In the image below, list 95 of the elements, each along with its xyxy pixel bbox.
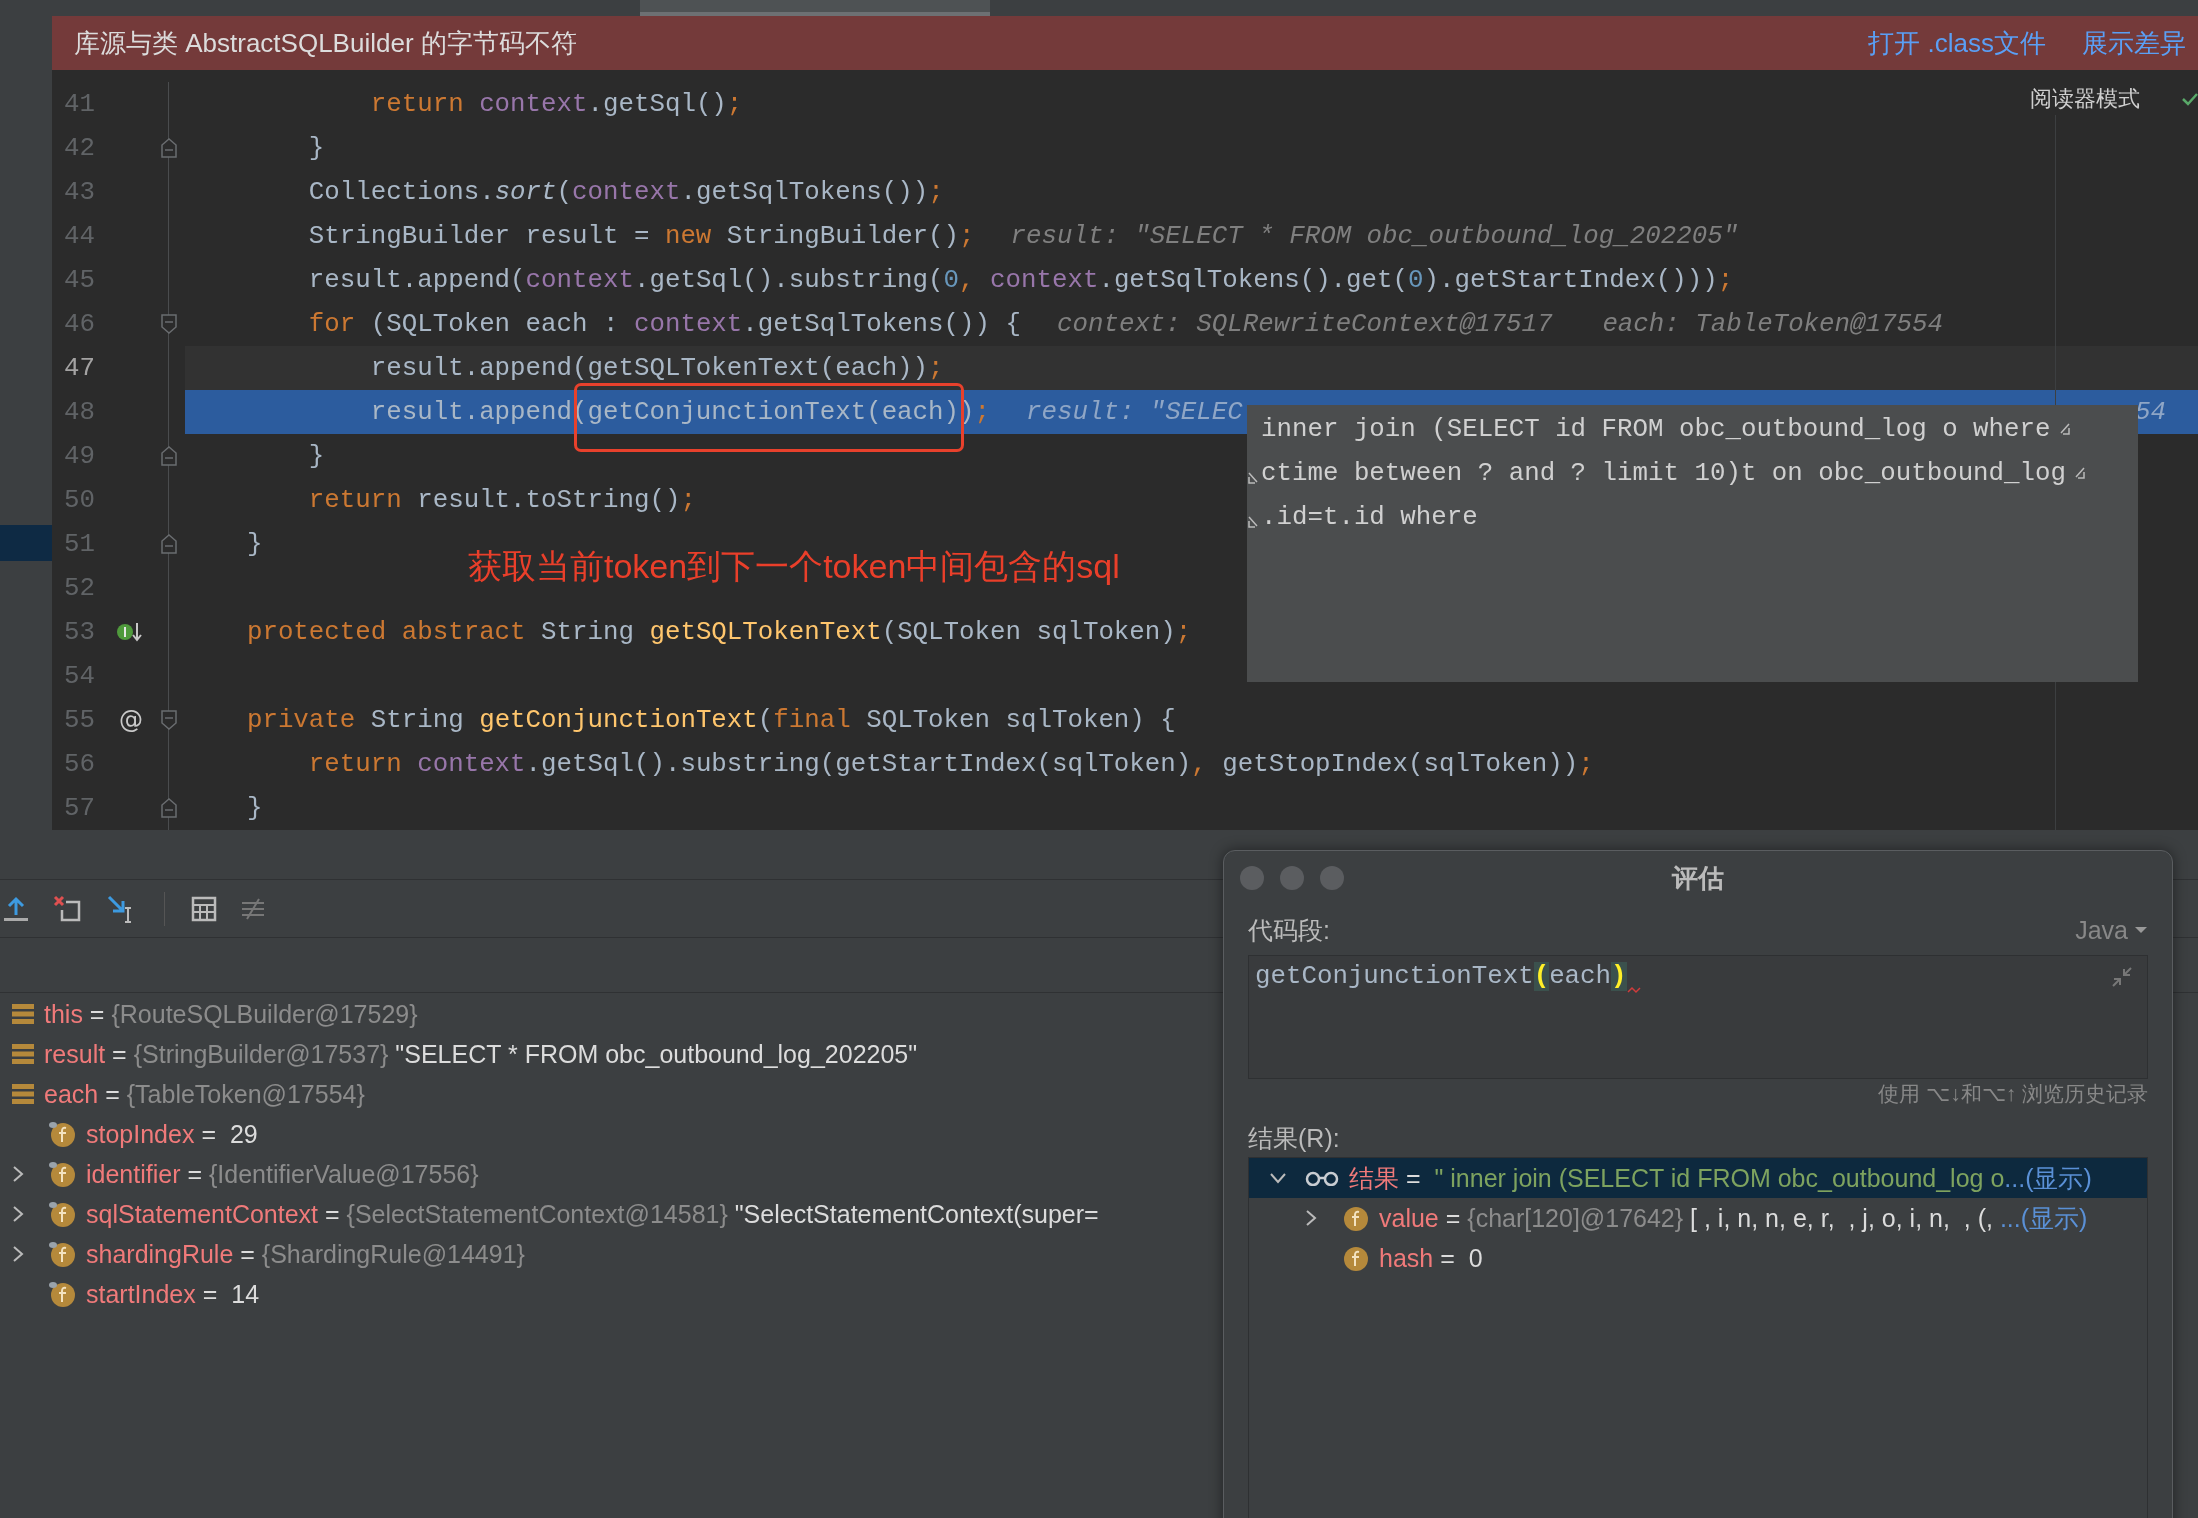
check-icon [2182, 92, 2198, 106]
code-line: } [307, 133, 325, 163]
fold-end-icon[interactable] [160, 446, 177, 466]
bars-icon [12, 1043, 34, 1065]
code-line: Collections.sort(context.getSqlTokens()); [307, 177, 944, 207]
gutter-mark[interactable]: @ [119, 706, 143, 734]
chevron-right-icon[interactable] [12, 1245, 24, 1263]
line-number: 54 [63, 660, 96, 693]
arrow-up-icon[interactable] [2, 894, 30, 923]
result-entry: 结果 = " inner join (SELECT id FROM obc_outbound_log o...(显示) [1349, 1162, 2092, 1194]
grid-icon[interactable] [191, 895, 217, 922]
code-line: result.append(context.getSql().substring(0, context.getSqlTokens().get(0).getStartIndex())); [307, 265, 1734, 295]
banner-message: 库源与类 AbstractSQLBuilder 的字节码不符 [74, 26, 577, 60]
tooltip-text: .id=t.id where [1261, 502, 1478, 532]
variable-entry[interactable]: identifier = {IdentifierValue@17556} [86, 1159, 486, 1189]
line-number: 50 [63, 484, 96, 517]
inline-hint: each: TableToken@17554 [1602, 309, 1943, 339]
error-squiggle-icon [1626, 986, 1643, 994]
code-line: return result.toString(); [307, 485, 696, 515]
chevron-right-icon[interactable] [12, 1165, 24, 1183]
code-line: } [245, 529, 263, 559]
code-line: return context.getSql(); [369, 89, 743, 119]
result-row[interactable]: hash = 0 [1249, 1238, 2147, 1278]
line-number: 44 [63, 220, 96, 253]
field-icon [48, 1160, 76, 1188]
field-icon [48, 1200, 76, 1228]
close-button[interactable] [1240, 866, 1264, 890]
glasses-icon [1305, 1170, 1339, 1186]
line-number: 56 [63, 748, 96, 781]
line-number: 51 [63, 528, 96, 561]
variable-entry[interactable]: result = {StringBuilder@17537} "SELECT * FROM obc_outbound_log_202205" [44, 1039, 918, 1069]
variable-entry[interactable]: shardingRule = {ShardingRule@14491} [86, 1239, 532, 1269]
line-number: 45 [63, 264, 96, 297]
tooltip-text: ctime between ? and ? limit 10)t on obc_outbound_log [1261, 458, 2066, 488]
line-number: 43 [63, 176, 96, 209]
inline-hint: result: "SELECT * FROM obc_outbound_log_202205" [1010, 221, 1739, 251]
inline-hint: context: SQLRewriteContext@17517 [1057, 309, 1553, 339]
inline-hint: result: "SELEC [1026, 397, 1243, 427]
code-line: result.append(getSQLTokenText(each)); [369, 353, 944, 383]
line-number: 49 [63, 440, 96, 473]
reader-mode-link[interactable]: 阅读器模式 [2030, 84, 2140, 114]
code-line: return context.getSql().substring(getStartIndex(sqlToken), getStopIndex(sqlToken)); [307, 749, 1594, 779]
result-row[interactable]: value = {char[120]@17642} [ , i, n, n, e, r, , j, o, i, n, , (, ...(显示) [1249, 1198, 2147, 1238]
code-line: for (SQLToken each : context.getSqlTokens()) { [307, 309, 1021, 339]
variable-entry[interactable]: startIndex = 14 [86, 1279, 260, 1309]
collapse-icon[interactable] [2111, 966, 2133, 988]
fold-icon[interactable] [160, 314, 177, 334]
show-link[interactable]: ...(显示) [2004, 1163, 2092, 1192]
code-line: protected abstract String getSQLTokenText(SQLToken sqlToken); [245, 617, 1192, 647]
result-label: 结果(R): [1248, 1123, 1341, 1154]
field-icon [1341, 1244, 1369, 1272]
line-number: 55 [63, 704, 96, 737]
fold-end-icon[interactable] [160, 138, 177, 158]
line-number: 41 [63, 88, 96, 121]
code-line: StringBuilder result = new StringBuilder(); [307, 221, 975, 251]
line-number: 57 [63, 792, 96, 825]
code-field[interactable]: getConjunctionText(each) [1248, 955, 2148, 1079]
line-number: 52 [63, 572, 96, 605]
bars-icon [12, 1003, 34, 1025]
fold-end-icon[interactable] [160, 798, 177, 818]
variable-entry[interactable]: sqlStatementContext = {SelectStatementContext@14581} "SelectStatementContext(super= [86, 1199, 1099, 1229]
variable-entry[interactable]: each = {TableToken@17554} [44, 1079, 372, 1109]
line-number: 42 [63, 132, 96, 165]
strike-lines-icon[interactable] [239, 896, 267, 921]
bars-icon [12, 1083, 34, 1105]
result-entry: value = {char[120]@17642} [ , i, n, n, e, r, , j, o, i, n, , (, ...(显示) [1379, 1202, 2088, 1234]
dialog-title: 评估 [1672, 861, 1724, 895]
chevron-down-icon[interactable] [1269, 1172, 1287, 1184]
line-number: 46 [63, 308, 96, 341]
history-hint: 使用 ⌥↓和⌥↑ 浏览历史记录 [1877, 1081, 2148, 1107]
line-number: 53 [63, 616, 96, 649]
field-icon [48, 1280, 76, 1308]
code-label: 代码段: [1248, 914, 1330, 946]
fold-icon[interactable] [160, 710, 177, 730]
code-line: } [307, 441, 325, 471]
code-line: } [245, 793, 263, 823]
variable-entry[interactable]: stopIndex = 29 [86, 1119, 258, 1149]
field-icon [1341, 1204, 1369, 1232]
fold-end-icon[interactable] [160, 534, 177, 554]
line-number: 48 [63, 396, 96, 429]
minimize-button[interactable] [1280, 866, 1304, 890]
variable-entry[interactable]: this = {RouteSQLBuilder@17529} [44, 999, 425, 1029]
line-number: 47 [63, 352, 96, 385]
tooltip-text: inner join (SELECT id FROM obc_outbound_log o where [1261, 414, 2051, 444]
zoom-button[interactable] [1320, 866, 1344, 890]
inline-hint: 54 [2135, 397, 2167, 427]
code-line: private String getConjunctionText(final SQLToken sqlToken) { [245, 705, 1176, 735]
selected-result-row[interactable]: 结果 = " inner join (SELECT id FROM obc_outbound_log o...(显示) [1249, 1158, 2147, 1198]
chevron-right-icon[interactable] [12, 1205, 24, 1223]
annotation-text: 获取当前token到下一个token中间包含的sql [468, 546, 1120, 587]
caret-icon [2134, 926, 2148, 934]
field-icon [48, 1120, 76, 1148]
result-entry: hash = 0 [1379, 1243, 1483, 1273]
field-icon [48, 1240, 76, 1268]
chevron-right-icon[interactable] [1305, 1209, 1317, 1227]
